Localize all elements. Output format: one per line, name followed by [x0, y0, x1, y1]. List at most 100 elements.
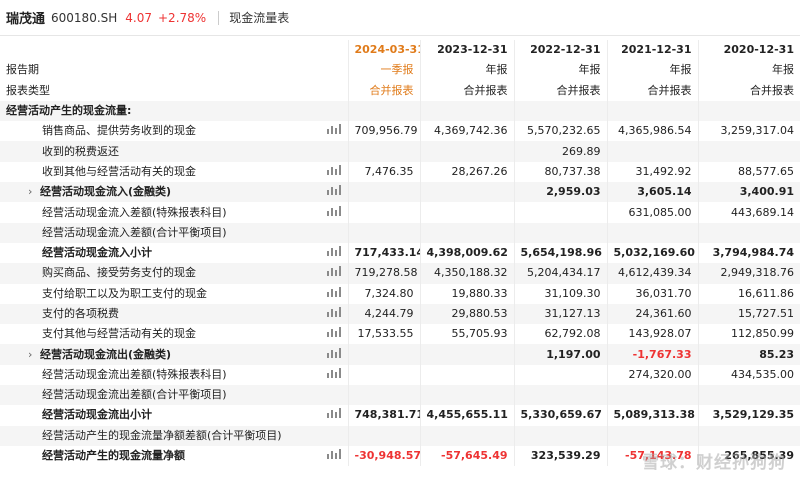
table-row: 经营活动产生的现金流量净额差额(合计平衡项目): [0, 425, 800, 446]
value-cell: [419, 385, 514, 406]
value-cell: 4,612,439.34: [606, 263, 698, 284]
stock-header: 瑞茂通 600180.SH 4.07 +2.78% 现金流量表: [0, 0, 800, 36]
stock-name[interactable]: 瑞茂通: [6, 8, 45, 27]
row-label: 购买商品、接受劳务支付的现金: [42, 266, 196, 280]
bar-chart-icon[interactable]: [326, 246, 341, 257]
value-cell: 323,539.29: [513, 445, 607, 467]
cashflow-table: 2024-03-31 2023-12-31 2022-12-31 2021-12-31…: [0, 40, 800, 467]
bar-chart-icon[interactable]: [326, 367, 341, 378]
column-header: 合并报表: [419, 80, 514, 101]
value-cell: [419, 222, 514, 243]
bar-chart-icon[interactable]: [326, 449, 341, 460]
bar-chart-icon[interactable]: [326, 185, 341, 196]
value-cell: [347, 222, 420, 243]
value-cell: 3,605.14: [606, 182, 698, 203]
row-label: 经营活动现金流入小计: [42, 246, 152, 260]
row-label: 销售商品、提供劳务收到的现金: [42, 124, 196, 138]
column-header[interactable]: 2021-12-31: [606, 40, 698, 61]
bar-chart-icon[interactable]: [326, 266, 341, 277]
value-cell: 274,320.00: [606, 364, 698, 386]
value-cell: 5,204,434.17: [513, 263, 607, 284]
period-header: 2024-03-31 2023-12-31 2022-12-31 2021-12-31…: [0, 40, 800, 61]
value-cell: 5,654,198.96: [513, 242, 607, 264]
value-cell: 2,959.03: [513, 182, 607, 203]
bar-chart-icon[interactable]: [326, 327, 341, 338]
row-label: 经营活动现金流出(金融类): [40, 347, 172, 361]
value-cell: 434,535.00: [697, 364, 800, 386]
value-cell: [513, 364, 607, 386]
value-cell: [347, 141, 420, 162]
value-cell: [513, 100, 607, 122]
value-cell: -57,645.49: [419, 445, 514, 467]
value-cell: [697, 100, 800, 122]
bar-chart-icon[interactable]: [326, 307, 341, 317]
column-header[interactable]: 2023-12-31: [419, 40, 514, 61]
value-cell: [606, 100, 698, 122]
column-header[interactable]: 2024-03-31: [347, 40, 420, 61]
column-header: 合并报表: [606, 80, 698, 101]
expand-chevron-icon[interactable]: ›: [28, 182, 40, 202]
value-cell: 19,880.33: [419, 283, 514, 304]
column-header: 合并报表: [513, 80, 607, 101]
bar-chart-icon[interactable]: [326, 205, 341, 216]
bar-chart-icon[interactable]: [326, 408, 341, 419]
bar-chart-icon[interactable]: [326, 124, 341, 135]
column-header: 年报: [697, 60, 800, 81]
value-cell: 62,792.08: [513, 324, 607, 345]
value-cell: [419, 141, 514, 162]
stock-code: 600180.SH: [51, 10, 118, 25]
value-cell: 5,089,313.38: [606, 405, 698, 426]
value-cell: 3,529,129.35: [697, 405, 800, 426]
row-label: 支付其他与经营活动有关的现金: [42, 327, 196, 341]
row-label: 经营活动现金流入差额(合计平衡项目): [42, 225, 227, 239]
table-row: 经营活动产生的现金流量:: [0, 100, 800, 122]
row-label: 经营活动现金流入差额(特殊报表科目): [42, 205, 227, 219]
bar-chart-icon[interactable]: [326, 286, 341, 297]
value-cell: 88,577.65: [697, 161, 800, 183]
row-label: 经营活动产生的现金流量净额差额(合计平衡项目): [42, 428, 282, 442]
row-label: 经营活动产生的现金流量净额: [42, 449, 185, 463]
value-cell: 28,267.26: [419, 161, 514, 183]
value-cell: [347, 100, 420, 122]
expand-chevron-icon[interactable]: ›: [28, 345, 40, 365]
value-cell: 5,032,169.60: [606, 242, 698, 264]
value-cell: 4,365,986.54: [606, 121, 698, 142]
bar-chart-icon[interactable]: [326, 347, 341, 358]
value-cell: 7,324.80: [347, 283, 420, 304]
row-label: 经营活动现金流出小计: [42, 408, 152, 422]
value-cell: 29,880.53: [419, 303, 514, 325]
table-row: 支付给职工以及为职工支付的现金 7,324.80 19,880.33 31,109.3…: [0, 283, 800, 304]
column-header[interactable]: 2022-12-31: [513, 40, 607, 61]
value-cell: [606, 222, 698, 243]
row-label: [0, 40, 320, 60]
table-row: › 经营活动现金流出(金融类) 1,197.00 -1,767.33 85.23: [0, 344, 800, 365]
value-cell: [347, 385, 420, 406]
value-cell: [697, 425, 800, 446]
value-cell: 748,381.71: [347, 405, 420, 426]
value-cell: 4,398,009.62: [419, 242, 514, 264]
row-label: 收到其他与经营活动有关的现金: [42, 164, 196, 178]
value-cell: [419, 364, 514, 386]
value-cell: 717,433.14: [347, 242, 420, 264]
row-label: 报告期: [6, 63, 39, 77]
row-label: 支付的各项税费: [42, 307, 119, 320]
value-cell: [606, 385, 698, 406]
value-cell: 443,689.14: [697, 202, 800, 223]
value-cell: 31,109.30: [513, 283, 607, 304]
value-cell: 5,330,659.67: [513, 405, 607, 426]
value-cell: 3,400.91: [697, 182, 800, 203]
value-cell: [419, 100, 514, 122]
table-row: 经营活动现金流入差额(特殊报表科目) 631,085.00 443,689.14: [0, 202, 800, 223]
table-row: 支付的各项税费 4,244.79 29,880.53 31,127.13 24,361.…: [0, 303, 800, 325]
value-cell: [419, 425, 514, 446]
value-cell: 85.23: [697, 344, 800, 365]
value-cell: [606, 425, 698, 446]
value-cell: [513, 222, 607, 243]
value-cell: 4,369,742.36: [419, 121, 514, 142]
value-cell: 31,127.13: [513, 303, 607, 325]
bar-chart-icon[interactable]: [326, 164, 341, 175]
value-cell: [513, 425, 607, 446]
value-cell: 3,259,317.04: [697, 121, 800, 142]
value-cell: [347, 202, 420, 223]
column-header[interactable]: 2020-12-31: [697, 40, 800, 61]
